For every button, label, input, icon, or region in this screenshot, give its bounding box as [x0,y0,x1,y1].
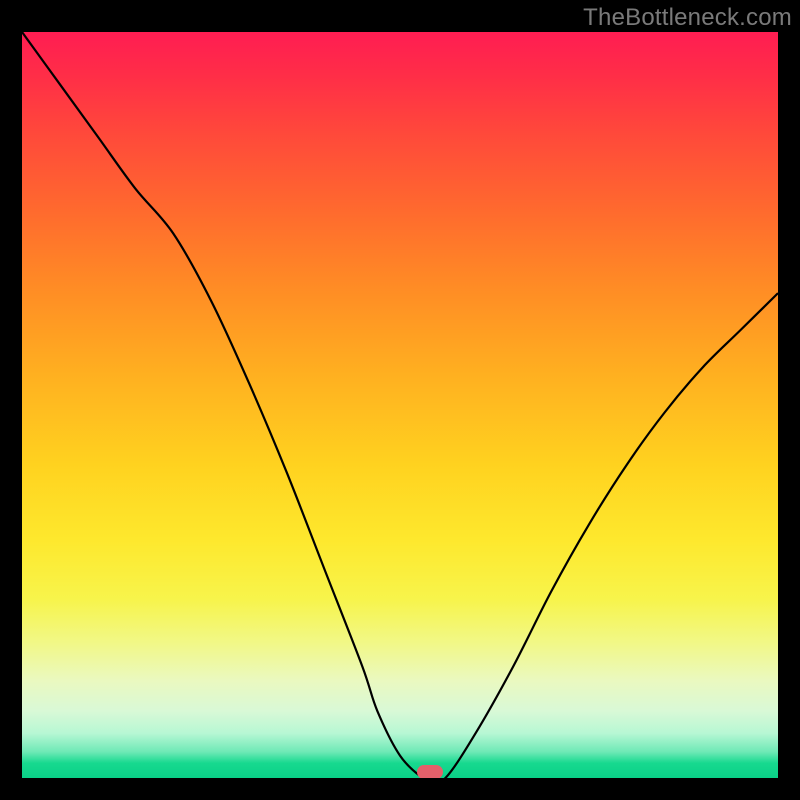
curve-path [22,32,778,778]
bottleneck-curve [22,32,778,778]
optimal-marker [417,765,443,778]
watermark-text: TheBottleneck.com [583,4,792,32]
chart-container: TheBottleneck.com [0,0,800,800]
plot-area [22,32,778,778]
